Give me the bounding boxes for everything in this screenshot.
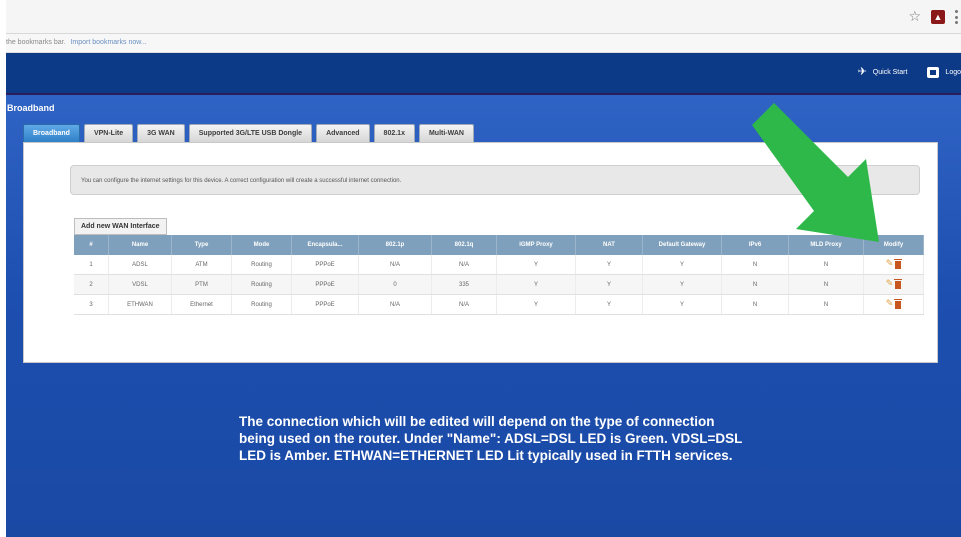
tab-vpn-lite[interactable]: VPN-Lite	[83, 124, 134, 142]
modify-cell: ✎	[863, 274, 924, 295]
table-header-row: # Name Type Mode Encapsula... 802.1p 802…	[74, 235, 924, 255]
column-header: 802.1q	[431, 235, 497, 255]
import-bookmarks-link[interactable]: Import bookmarks now...	[70, 39, 146, 46]
edit-icon[interactable]: ✎	[886, 260, 894, 269]
table-cell: Y	[575, 255, 643, 275]
table-cell: Y	[642, 274, 722, 295]
header-links: ✈ Quick Start Logo	[858, 67, 961, 78]
table-row: 1 ADSL ATM Routing PPPoE N/A N/A Y Y Y N…	[74, 255, 924, 275]
table-cell: 0	[358, 274, 432, 295]
column-header: Modify	[863, 235, 924, 255]
add-wan-interface-button[interactable]: Add new WAN Interface	[74, 218, 167, 235]
table-cell: 335	[431, 274, 497, 295]
table-cell: Routing	[231, 294, 292, 315]
edit-icon[interactable]: ✎	[886, 300, 894, 309]
table-row: 2 VDSL PTM Routing PPPoE 0 335 Y Y Y N N…	[74, 274, 924, 295]
column-header: Encapsula...	[291, 235, 359, 255]
table-row: 3 ETHWAN Ethernet Routing PPPoE N/A N/A …	[74, 294, 924, 315]
logout-link[interactable]: Logo	[945, 69, 961, 76]
table-cell: Y	[575, 274, 643, 295]
table-cell: Y	[496, 274, 576, 295]
table-cell: Y	[575, 294, 643, 315]
table-cell: N	[788, 294, 864, 315]
video-caption: The connection which will be edited will…	[239, 413, 839, 464]
table-cell: ETHWAN	[108, 294, 172, 315]
broadband-panel: You can configure the internet settings …	[23, 142, 938, 363]
table-cell: PPPoE	[291, 294, 359, 315]
tab-802-1x[interactable]: 802.1x	[373, 124, 415, 142]
left-edge	[0, 0, 6, 537]
table-cell: N/A	[431, 255, 497, 275]
column-header: NAT	[575, 235, 643, 255]
menu-icon[interactable]	[955, 10, 959, 24]
tab-bar: Broadband VPN-Lite 3G WAN Supported 3G/L…	[23, 124, 474, 142]
table-cell: 1	[74, 255, 109, 275]
bookmarks-bar: the bookmarks bar. Import bookmarks now.…	[6, 34, 961, 53]
table-cell: ATM	[171, 255, 232, 275]
column-header: 802.1p	[358, 235, 432, 255]
browser-toolbar: ☆ ▲	[6, 0, 961, 34]
browser-toolbar-icons: ☆ ▲	[908, 9, 961, 25]
table-cell: Y	[642, 294, 722, 315]
modify-cell: ✎	[863, 294, 924, 315]
table-cell: N	[721, 255, 789, 275]
table-cell: PPPoE	[291, 255, 359, 275]
quick-start-icon: ✈	[857, 66, 867, 78]
table-cell: N/A	[358, 255, 432, 275]
column-header: #	[74, 235, 109, 255]
bookmarks-bar-text: the bookmarks bar.	[6, 39, 66, 46]
tab-broadband[interactable]: Broadband	[23, 124, 80, 142]
tab-multi-wan[interactable]: Multi-WAN	[418, 124, 474, 142]
quick-start-link[interactable]: Quick Start	[873, 69, 908, 76]
trash-icon[interactable]	[894, 258, 903, 269]
column-header: Name	[108, 235, 172, 255]
column-header: IPv6	[721, 235, 789, 255]
screenshot-frame: ☆ ▲ the bookmarks bar. Import bookmarks …	[6, 0, 961, 537]
logout-icon	[927, 67, 940, 78]
column-header: Default Gateway	[642, 235, 722, 255]
table-cell: N	[788, 255, 864, 275]
trash-icon[interactable]	[894, 278, 903, 289]
table-cell: N	[788, 274, 864, 295]
caption-line: The connection which will be edited will…	[239, 414, 715, 429]
table-cell: PPPoE	[291, 274, 359, 295]
trash-icon[interactable]	[894, 298, 903, 309]
table-cell: N	[721, 294, 789, 315]
page-title: Broadband	[7, 103, 55, 113]
edit-icon[interactable]: ✎	[886, 280, 894, 289]
table-cell: Ethernet	[171, 294, 232, 315]
tab-advanced[interactable]: Advanced	[316, 124, 370, 142]
column-header: IGMP Proxy	[496, 235, 576, 255]
modify-cell: ✎	[863, 255, 924, 275]
table-cell: 2	[74, 274, 109, 295]
table-cell: ADSL	[108, 255, 172, 275]
caption-line: being used on the router. Under "Name": …	[239, 431, 743, 446]
table-cell: N/A	[431, 294, 497, 315]
column-header: Type	[171, 235, 232, 255]
table-cell: N	[721, 274, 789, 295]
extension-icon[interactable]: ▲	[931, 10, 945, 24]
column-header: Mode	[231, 235, 292, 255]
table-cell: Routing	[231, 255, 292, 275]
caption-line: LED is Amber. ETHWAN=ETHERNET LED Lit ty…	[239, 448, 733, 463]
table-cell: Y	[496, 294, 576, 315]
table-cell: Y	[496, 255, 576, 275]
star-icon[interactable]: ☆	[908, 9, 921, 25]
table-cell: Y	[642, 255, 722, 275]
table-cell: PTM	[171, 274, 232, 295]
tab-supported-dongle[interactable]: Supported 3G/LTE USB Dongle	[188, 124, 313, 142]
table-cell: VDSL	[108, 274, 172, 295]
column-header: MLD Proxy	[788, 235, 864, 255]
info-message: You can configure the internet settings …	[70, 165, 920, 195]
table-cell: N/A	[358, 294, 432, 315]
wan-interface-table: # Name Type Mode Encapsula... 802.1p 802…	[74, 235, 924, 315]
router-header: ✈ Quick Start Logo	[6, 53, 961, 95]
table-cell: Routing	[231, 274, 292, 295]
table-cell: 3	[74, 294, 109, 315]
tab-3g-wan[interactable]: 3G WAN	[137, 124, 185, 142]
